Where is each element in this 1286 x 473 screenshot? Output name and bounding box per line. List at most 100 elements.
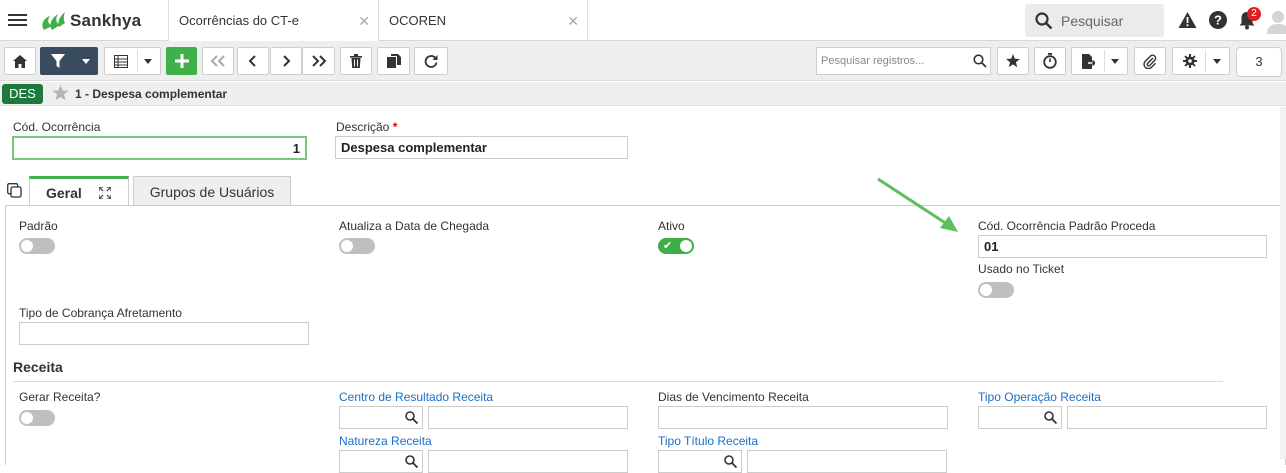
warning-icon[interactable]: [1178, 11, 1197, 29]
section-receita-title: Receita: [13, 359, 63, 375]
sankhya-logo-icon: [42, 11, 65, 30]
refresh-button[interactable]: [414, 47, 448, 75]
filter-button[interactable]: [40, 47, 98, 75]
tab-ocorrencias[interactable]: Ocorrências do CT-e ✕: [168, 0, 379, 41]
copy-icon: [386, 54, 401, 68]
natureza-desc-input[interactable]: [428, 450, 628, 473]
centro-resultado-desc-input[interactable]: [428, 406, 628, 429]
notification-badge: 2: [1247, 7, 1261, 21]
top-bar: Sankhya Ocorrências do CT-e ✕ OCOREN ✕ P…: [0, 0, 1286, 41]
close-icon[interactable]: ✕: [358, 13, 370, 30]
expand-icon[interactable]: [98, 186, 111, 199]
tab-geral[interactable]: Geral: [29, 176, 129, 206]
tab-label: Ocorrências do CT-e: [179, 13, 299, 28]
tipo-cobranca-label: Tipo de Cobrança Afretamento: [19, 306, 182, 320]
tipo-titulo-label[interactable]: Tipo Título Receita: [658, 434, 758, 448]
next-record-button[interactable]: [270, 47, 302, 75]
tab-label: OCOREN: [389, 13, 447, 28]
tipo-operacao-desc-input[interactable]: [1067, 406, 1267, 429]
record-search-input[interactable]: Pesquisar registros...: [816, 47, 991, 75]
duplicate-button[interactable]: [377, 47, 410, 75]
gerar-receita-label: Gerar Receita?: [19, 390, 101, 404]
centro-resultado-code-input[interactable]: [339, 406, 423, 429]
cod-ocorrencia-label: Cód. Ocorrência: [13, 120, 101, 134]
app-logo[interactable]: Sankhya: [38, 9, 141, 32]
dias-vencimento-input[interactable]: [658, 406, 948, 429]
favorite-button[interactable]: [997, 47, 1029, 75]
search-icon[interactable]: [1044, 411, 1057, 424]
add-icon: [174, 54, 189, 68]
grid-icon: [114, 54, 128, 68]
search-icon[interactable]: [405, 411, 418, 424]
ativo-toggle[interactable]: ✔: [658, 238, 694, 254]
attach-button[interactable]: [1134, 47, 1166, 75]
record-badge: DES: [2, 84, 43, 104]
scrollbar[interactable]: [1280, 107, 1286, 459]
action-toolbar: Pesquisar registros... 3: [0, 41, 1286, 81]
tipo-cobranca-input[interactable]: [19, 322, 309, 345]
refresh-icon: [424, 55, 438, 68]
descricao-input[interactable]: Despesa complementar: [335, 136, 628, 159]
tipo-titulo-code-input[interactable]: [658, 450, 742, 473]
chevron-down-icon: [144, 59, 152, 64]
padrao-toggle[interactable]: [19, 238, 55, 254]
svg-text:?: ?: [1214, 13, 1222, 28]
timer-button[interactable]: [1034, 47, 1066, 75]
centro-resultado-label[interactable]: Centro de Resultado Receita: [339, 390, 493, 404]
attach-icon: [1143, 54, 1157, 69]
avatar-icon[interactable]: [1266, 8, 1286, 34]
descricao-label-text: Descrição: [336, 120, 390, 134]
search-icon[interactable]: [405, 455, 418, 468]
ativo-label: Ativo: [658, 219, 685, 233]
delete-button[interactable]: [340, 47, 372, 75]
usado-ticket-label: Usado no Ticket: [978, 262, 1065, 276]
natureza-code-input[interactable]: [339, 450, 423, 473]
menu-icon[interactable]: [8, 11, 27, 30]
next-icon: [283, 55, 291, 67]
previous-record-button[interactable]: [237, 47, 269, 75]
record-header: DES 1 - Despesa complementar: [0, 82, 1286, 106]
last-icon: [311, 55, 326, 67]
chevron-down-icon: [1213, 59, 1221, 64]
export-button[interactable]: [1071, 47, 1128, 75]
tab-grupos-usuarios[interactable]: Grupos de Usuários: [133, 176, 291, 206]
cod-ocorrencia-input[interactable]: 1: [12, 136, 307, 160]
star-icon: [1006, 54, 1020, 68]
search-icon[interactable]: [973, 54, 987, 68]
dias-vencimento-label: Dias de Vencimento Receita: [658, 390, 809, 404]
home-button[interactable]: [4, 47, 36, 75]
usado-ticket-toggle[interactable]: [978, 282, 1014, 298]
tipo-titulo-desc-input[interactable]: [747, 450, 947, 473]
home-icon: [13, 54, 27, 68]
check-icon: ✔: [663, 240, 673, 252]
prev-icon: [248, 55, 256, 67]
grid-view-button[interactable]: [104, 47, 161, 75]
descricao-label: Descrição *: [336, 120, 397, 134]
natureza-receita-label[interactable]: Natureza Receita: [339, 434, 432, 448]
tipo-operacao-code-input[interactable]: [978, 406, 1062, 429]
gerar-receita-toggle[interactable]: [19, 410, 55, 426]
tipo-operacao-label[interactable]: Tipo Operação Receita: [978, 390, 1101, 404]
last-record-button[interactable]: [302, 47, 335, 75]
search-placeholder: Pesquisar: [1061, 12, 1124, 29]
favorite-star-icon[interactable]: [52, 85, 69, 101]
form-tabs: Geral Grupos de Usuários: [0, 176, 1286, 206]
cod-proceda-input[interactable]: 01: [978, 235, 1267, 258]
first-record-button[interactable]: [202, 47, 234, 75]
add-button[interactable]: [166, 47, 197, 75]
atualiza-data-toggle[interactable]: [339, 238, 375, 254]
search-icon[interactable]: [724, 455, 737, 468]
record-count[interactable]: 3: [1236, 47, 1282, 77]
help-icon[interactable]: ?: [1208, 10, 1228, 30]
global-search[interactable]: Pesquisar: [1025, 4, 1164, 37]
record-title: 1 - Despesa complementar: [75, 87, 228, 101]
tab-ocoren[interactable]: OCOREN ✕: [379, 0, 588, 41]
delete-icon: [350, 54, 362, 68]
record-search-placeholder: Pesquisar registros...: [821, 55, 925, 67]
padrao-label: Padrão: [19, 219, 58, 233]
close-icon[interactable]: ✕: [567, 13, 579, 30]
tab-geral-label: Geral: [46, 184, 82, 201]
app-name: Sankhya: [70, 10, 142, 30]
settings-button[interactable]: [1172, 47, 1230, 75]
chevron-down-icon: [1111, 59, 1119, 64]
